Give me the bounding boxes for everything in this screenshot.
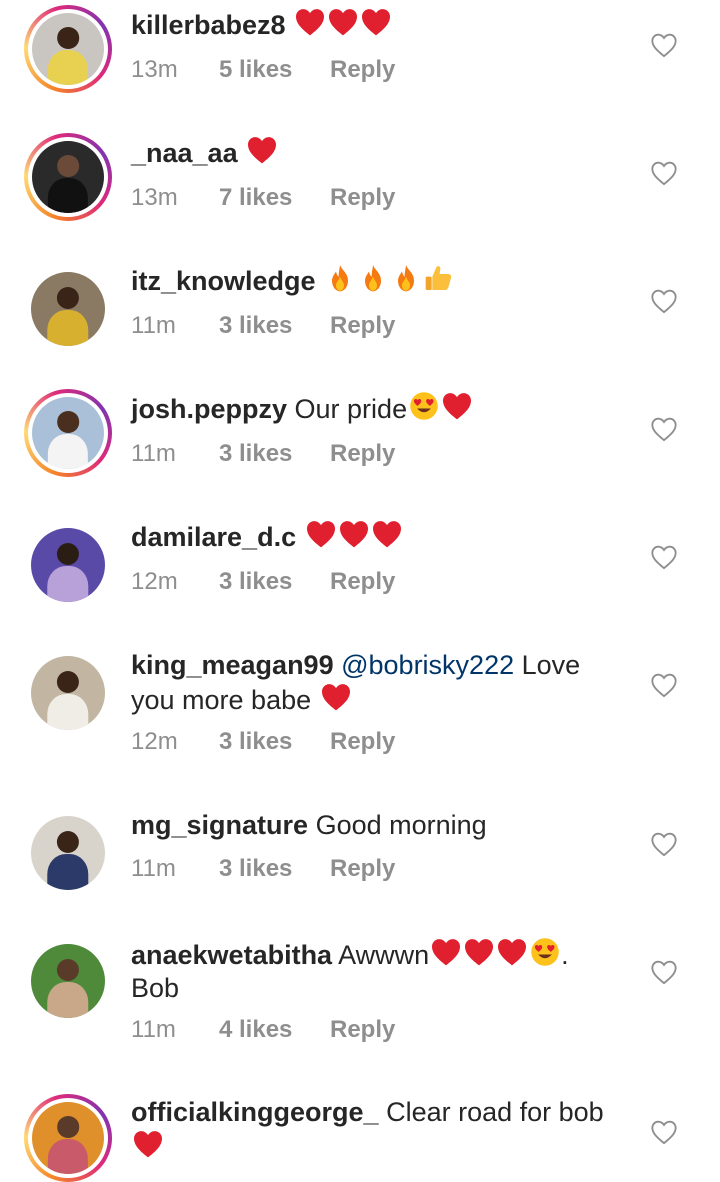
heart-outline-icon[interactable] bbox=[650, 672, 678, 698]
comment-username[interactable]: king_meagan99 bbox=[131, 650, 334, 680]
heart-outline-icon[interactable] bbox=[650, 831, 678, 857]
comment-username[interactable]: officialkinggeorge_ bbox=[131, 1097, 379, 1127]
comment-meta: 11m 3 likes Reply bbox=[131, 439, 395, 469]
comment-username[interactable]: anaekwetabitha bbox=[131, 940, 332, 970]
comment-text: killerbabez8 bbox=[131, 7, 631, 42]
avatar[interactable] bbox=[24, 133, 112, 221]
comment-body-suffix: . bbox=[561, 940, 569, 970]
comment-username[interactable]: damilare_d.c bbox=[131, 522, 296, 552]
heart-eyes-emoji-icon bbox=[531, 938, 559, 966]
comment-likes[interactable]: 3 likes bbox=[219, 727, 330, 757]
avatar[interactable] bbox=[24, 649, 112, 737]
comment-likes[interactable]: 3 likes bbox=[219, 311, 330, 341]
comment-text: _naa_aa bbox=[131, 135, 631, 170]
comment-username[interactable]: killerbabez8 bbox=[131, 10, 286, 40]
comment-body: Our pride bbox=[294, 394, 408, 424]
heart-emoji-icon bbox=[372, 521, 401, 548]
comment-body-line2: you more babe bbox=[131, 685, 312, 715]
comment-username[interactable]: _naa_aa bbox=[131, 138, 238, 168]
reply-button[interactable]: Reply bbox=[330, 727, 395, 757]
comment-meta: 11m 3 likes Reply bbox=[131, 854, 395, 884]
comment-username[interactable]: itz_knowledge bbox=[131, 266, 316, 296]
heart-outline-icon[interactable] bbox=[650, 32, 678, 58]
comment-text: josh.peppzy Our pride bbox=[131, 391, 631, 426]
comment-likes[interactable]: 3 likes bbox=[219, 567, 330, 597]
comment-meta: 11m 3 likes Reply bbox=[131, 311, 395, 341]
reply-button[interactable]: Reply bbox=[330, 311, 395, 341]
heart-outline-icon[interactable] bbox=[650, 1119, 678, 1145]
heart-outline-icon[interactable] bbox=[650, 959, 678, 985]
comment-time: 12m bbox=[131, 568, 178, 595]
comment-meta: 11m 4 likes Reply bbox=[131, 1015, 395, 1045]
comment-text: officialkinggeorge_ Clear road for bob bbox=[131, 1096, 631, 1164]
comment-username[interactable]: mg_signature bbox=[131, 810, 308, 840]
avatar[interactable] bbox=[24, 389, 112, 477]
avatar[interactable] bbox=[24, 5, 112, 93]
fire-emoji-icon bbox=[332, 264, 349, 292]
heart-outline-icon[interactable] bbox=[650, 288, 678, 314]
heart-emoji-icon bbox=[248, 137, 277, 164]
reply-button[interactable]: Reply bbox=[330, 854, 395, 884]
comment-likes[interactable]: 3 likes bbox=[219, 854, 330, 884]
heart-emoji-icon bbox=[296, 9, 325, 36]
heart-emoji-icon bbox=[306, 521, 335, 548]
comment-text: damilare_d.c bbox=[131, 519, 631, 554]
comment-body: Awwwn bbox=[338, 940, 430, 970]
comment-time: 11m bbox=[131, 855, 176, 882]
fire-emoji-icon bbox=[398, 264, 415, 292]
comment-text: itz_knowledge bbox=[131, 263, 631, 298]
heart-emoji-icon bbox=[443, 393, 472, 420]
heart-emoji-icon bbox=[329, 9, 358, 36]
comment-meta: 12m 3 likes Reply bbox=[131, 567, 395, 597]
heart-eyes-emoji-icon bbox=[410, 392, 438, 420]
comment-body: Clear road for bob bbox=[386, 1097, 604, 1127]
comment-username[interactable]: josh.peppzy bbox=[131, 394, 287, 424]
avatar[interactable] bbox=[24, 809, 112, 897]
reply-button[interactable]: Reply bbox=[330, 439, 395, 469]
comment-likes[interactable]: 7 likes bbox=[219, 183, 330, 213]
comment-time: 13m bbox=[131, 56, 178, 83]
comment-meta: 12m 3 likes Reply bbox=[131, 727, 395, 757]
comment-time: 11m bbox=[131, 440, 176, 467]
avatar[interactable] bbox=[24, 937, 112, 1025]
avatar[interactable] bbox=[24, 1094, 112, 1182]
comment-time: 11m bbox=[131, 312, 176, 339]
comment-meta: 13m 7 likes Reply bbox=[131, 183, 395, 213]
heart-emoji-icon bbox=[432, 939, 461, 966]
heart-emoji-icon bbox=[362, 9, 391, 36]
comment-likes[interactable]: 4 likes bbox=[219, 1015, 330, 1045]
comment-body-line2: Bob bbox=[131, 973, 180, 1003]
heart-outline-icon[interactable] bbox=[650, 544, 678, 570]
heart-outline-icon[interactable] bbox=[650, 160, 678, 186]
comment-body: Good morning bbox=[315, 810, 487, 840]
comment-time: 11m bbox=[131, 1016, 176, 1043]
heart-emoji-icon bbox=[498, 939, 527, 966]
comment-text: mg_signature Good morning bbox=[131, 809, 631, 842]
heart-emoji-icon bbox=[465, 939, 494, 966]
comment-text: anaekwetabitha Awwwn. Bob bbox=[131, 937, 631, 1005]
heart-emoji-icon bbox=[339, 521, 368, 548]
reply-button[interactable]: Reply bbox=[330, 55, 395, 85]
avatar[interactable] bbox=[24, 521, 112, 609]
heart-emoji-icon bbox=[321, 684, 350, 711]
reply-button[interactable]: Reply bbox=[330, 1015, 395, 1045]
comment-body: Love bbox=[521, 650, 581, 680]
reply-button[interactable]: Reply bbox=[330, 567, 395, 597]
fire-emoji-icon bbox=[365, 264, 382, 292]
avatar[interactable] bbox=[24, 265, 112, 353]
heart-emoji-icon bbox=[134, 1131, 162, 1158]
comment-time: 12m bbox=[131, 728, 178, 755]
comment-time: 13m bbox=[131, 184, 178, 211]
heart-outline-icon[interactable] bbox=[650, 416, 678, 442]
comment-likes[interactable]: 3 likes bbox=[219, 439, 330, 469]
thumbs-up-emoji-icon bbox=[425, 266, 452, 290]
comment-meta: 13m 5 likes Reply bbox=[131, 55, 395, 85]
comment-text: king_meagan99 @bobrisky222 Love you more… bbox=[131, 649, 631, 717]
mention-link[interactable]: @bobrisky222 bbox=[341, 650, 514, 680]
reply-button[interactable]: Reply bbox=[330, 183, 395, 213]
comment-likes[interactable]: 5 likes bbox=[219, 55, 330, 85]
